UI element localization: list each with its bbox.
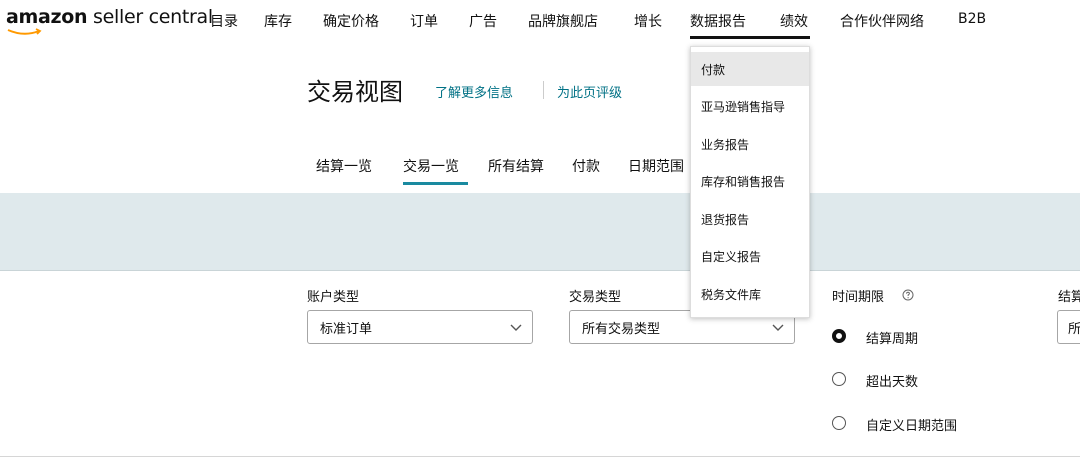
tab-payments[interactable]: 付款 xyxy=(572,156,600,176)
section-divider xyxy=(0,456,1080,457)
summary-band xyxy=(0,193,1080,271)
menu-item-tax-document-library[interactable]: 税务文件库 xyxy=(691,277,809,311)
tab-transaction-view[interactable]: 交易一览 xyxy=(403,156,459,176)
menu-item-business-reports[interactable]: 业务报告 xyxy=(691,127,809,161)
radio-unchecked-icon[interactable] xyxy=(832,416,846,430)
logo-amazon: amazon xyxy=(6,6,88,28)
settlement-label: 结算 xyxy=(1058,290,1080,305)
account-type-select[interactable]: 标准订单 xyxy=(307,310,533,344)
nav-item-b2b[interactable]: B2B xyxy=(958,11,986,27)
radio-unchecked-icon[interactable] xyxy=(832,372,846,386)
nav-item-performance[interactable]: 绩效 xyxy=(780,11,808,31)
menu-item-label: 库存和销售报告 xyxy=(701,175,786,189)
menu-item-inventory-sales-reports[interactable]: 库存和销售报告 xyxy=(691,164,809,198)
menu-item-label: 自定义报告 xyxy=(701,250,762,264)
radio-label: 超出天数 xyxy=(866,375,919,390)
account-type-value: 标准订单 xyxy=(320,322,373,337)
menu-item-return-reports[interactable]: 退货报告 xyxy=(691,202,809,236)
header-divider xyxy=(543,81,544,99)
transaction-type-label: 交易类型 xyxy=(569,290,622,305)
nav-item-orders[interactable]: 订单 xyxy=(410,11,438,31)
page-title: 交易视图 xyxy=(307,78,403,106)
settlement-select[interactable]: 所 xyxy=(1057,310,1080,344)
reports-dropdown-menu: 付款 亚马逊销售指导 业务报告 库存和销售报告 退货报告 自定义报告 税务文件库 xyxy=(690,46,810,318)
menu-item-label: 亚马逊销售指导 xyxy=(701,100,786,114)
account-type-label: 账户类型 xyxy=(307,290,360,305)
menu-item-label: 付款 xyxy=(701,63,726,77)
logo-seller-central: seller central xyxy=(87,6,213,28)
menu-item-amazon-selling-coach[interactable]: 亚马逊销售指导 xyxy=(691,89,809,123)
chevron-down-icon xyxy=(510,324,522,331)
help-circle-icon[interactable] xyxy=(902,289,914,301)
radio-label: 自定义日期范围 xyxy=(866,419,958,434)
tab-all-statements[interactable]: 所有结算 xyxy=(488,156,544,176)
transaction-type-value: 所有交易类型 xyxy=(582,322,661,337)
rate-page-link[interactable]: 为此页评级 xyxy=(557,82,622,101)
nav-item-partner-network[interactable]: 合作伙伴网络 xyxy=(840,11,924,31)
nav-item-reports[interactable]: 数据报告 xyxy=(690,11,746,31)
nav-item-growth[interactable]: 增长 xyxy=(634,11,662,31)
menu-item-label: 业务报告 xyxy=(701,138,750,152)
tab-date-range[interactable]: 日期范围 xyxy=(628,156,684,176)
menu-item-label: 税务文件库 xyxy=(701,288,762,302)
chevron-down-icon xyxy=(772,324,784,331)
nav-item-brand-store[interactable]: 品牌旗舰店 xyxy=(528,11,598,31)
nav-item-catalog[interactable]: 目录 xyxy=(210,11,238,31)
amazon-smile-icon xyxy=(7,28,42,35)
nav-item-advertising[interactable]: 广告 xyxy=(469,11,497,31)
active-tab-underline xyxy=(403,182,468,185)
top-nav-bar: amazon seller central 目录 库存 确定价格 订单 广告 品… xyxy=(0,0,1080,40)
amazon-seller-central-logo[interactable]: amazon seller central xyxy=(6,6,213,36)
menu-item-payments[interactable]: 付款 xyxy=(691,52,809,86)
menu-item-label: 退货报告 xyxy=(701,213,750,227)
learn-more-link[interactable]: 了解更多信息 xyxy=(435,82,513,101)
nav-item-pricing[interactable]: 确定价格 xyxy=(323,11,379,31)
settlement-value: 所 xyxy=(1068,322,1080,337)
nav-item-inventory[interactable]: 库存 xyxy=(264,11,292,31)
radio-label: 结算周期 xyxy=(866,332,919,347)
nav-active-indicator xyxy=(690,36,810,39)
logo-text: amazon seller central xyxy=(6,6,213,28)
time-period-label: 时间期限 xyxy=(832,290,885,305)
radio-checked-icon[interactable] xyxy=(832,329,846,343)
menu-item-custom-reports[interactable]: 自定义报告 xyxy=(691,239,809,273)
tab-settlement-summary[interactable]: 结算一览 xyxy=(316,156,372,176)
